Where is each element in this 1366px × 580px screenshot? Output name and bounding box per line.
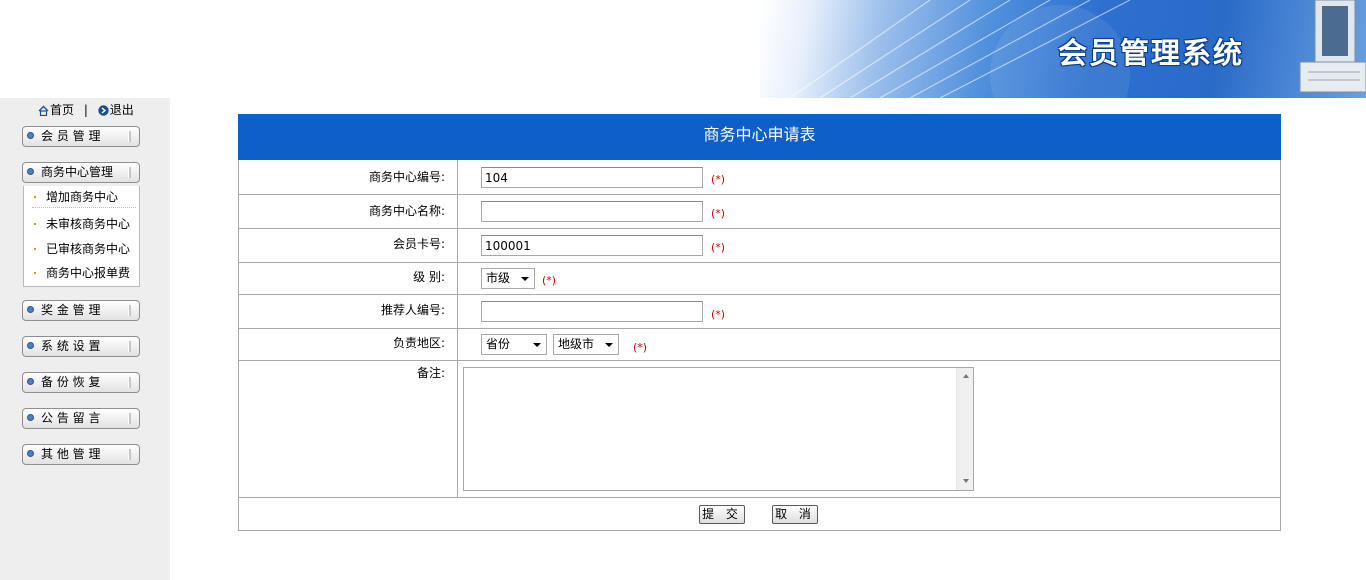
header-banner: 会员管理系统 bbox=[760, 0, 1366, 98]
required-mark: (*) bbox=[711, 308, 726, 321]
menu-member-management[interactable]: 会 员 管 理 bbox=[22, 126, 140, 147]
logout-icon bbox=[98, 105, 109, 116]
city-select[interactable]: 地级市 bbox=[553, 334, 619, 355]
label-remark: 备注: bbox=[239, 361, 458, 497]
label-referrer-no: 推荐人编号: bbox=[239, 295, 458, 328]
row-referrer-no: 推荐人编号: (*) bbox=[239, 295, 1280, 329]
menu-bullet-icon bbox=[27, 414, 34, 421]
label-region: 负责地区: bbox=[239, 329, 458, 360]
menu-bullet-icon bbox=[27, 132, 34, 139]
top-links: 首页 | 退出 bbox=[38, 102, 134, 118]
submenu-item-unreviewed-centers[interactable]: 未审核商务中心 bbox=[34, 217, 130, 231]
row-region: 负责地区: 省份 地级市 (*) bbox=[239, 329, 1280, 361]
textarea-scrollbar[interactable] bbox=[956, 368, 973, 490]
required-mark: (*) bbox=[711, 173, 726, 186]
menu-bullet-icon bbox=[27, 168, 34, 175]
menu-bullet-icon bbox=[27, 450, 34, 457]
label-center-name: 商务中心名称: bbox=[239, 195, 458, 228]
required-mark: (*) bbox=[711, 207, 726, 220]
link-separator: | bbox=[83, 103, 88, 117]
required-mark: (*) bbox=[542, 274, 557, 287]
menu-bonus-management[interactable]: 奖 金 管 理 bbox=[22, 300, 140, 321]
submit-button[interactable]: 提 交 bbox=[699, 505, 745, 524]
menu-other-management[interactable]: 其 他 管 理 bbox=[22, 444, 140, 465]
member-card-input[interactable] bbox=[481, 235, 703, 256]
sidebar: 首页 | 退出 会 员 管 理 商务中心管理 增加商务中心 未审核商务中心 已审… bbox=[0, 98, 170, 580]
referrer-no-input[interactable] bbox=[481, 301, 703, 322]
submenu-item-add-center[interactable]: 增加商务中心 bbox=[34, 190, 118, 204]
center-no-input[interactable] bbox=[481, 167, 703, 188]
menu-system-settings[interactable]: 系 统 设 置 bbox=[22, 336, 140, 357]
menu-business-center-management[interactable]: 商务中心管理 bbox=[22, 162, 140, 183]
chevron-down-icon bbox=[533, 343, 541, 347]
chevron-down-icon bbox=[521, 277, 529, 281]
row-level: 级 别: 市级 (*) bbox=[239, 263, 1280, 295]
row-member-card: 会员卡号: (*) bbox=[239, 229, 1280, 263]
menu-bullet-icon bbox=[27, 306, 34, 313]
submenu-business-center: 增加商务中心 未审核商务中心 已审核商务中心 商务中心报单费 bbox=[23, 186, 140, 287]
level-select[interactable]: 市级 bbox=[481, 268, 535, 289]
home-link[interactable]: 首页 bbox=[38, 103, 78, 117]
center-name-input[interactable] bbox=[481, 201, 703, 222]
required-mark: (*) bbox=[633, 341, 648, 354]
chevron-down-icon bbox=[605, 343, 613, 347]
required-mark: (*) bbox=[711, 241, 726, 254]
submenu-item-reviewed-centers[interactable]: 已审核商务中心 bbox=[34, 242, 130, 256]
application-form: 商务中心申请表 商务中心编号: (*) 商务中心名称: (*) 会员卡号: (*… bbox=[238, 114, 1281, 531]
computer-icon bbox=[1299, 0, 1366, 93]
home-icon bbox=[38, 105, 49, 116]
label-level: 级 别: bbox=[239, 263, 458, 294]
label-center-no: 商务中心编号: bbox=[239, 160, 458, 194]
province-select[interactable]: 省份 bbox=[481, 334, 547, 355]
menu-backup-restore[interactable]: 备 份 恢 复 bbox=[22, 372, 140, 393]
remark-textarea[interactable] bbox=[463, 367, 974, 491]
form-title: 商务中心申请表 bbox=[238, 114, 1281, 160]
app-title: 会员管理系统 bbox=[1058, 36, 1245, 70]
submenu-item-center-fee[interactable]: 商务中心报单费 bbox=[34, 266, 130, 280]
row-remark: 备注: bbox=[239, 361, 1280, 498]
cancel-button[interactable]: 取 消 bbox=[772, 505, 818, 524]
scroll-up-icon bbox=[963, 374, 969, 378]
label-member-card: 会员卡号: bbox=[239, 229, 458, 262]
menu-announcements[interactable]: 公 告 留 言 bbox=[22, 408, 140, 429]
logout-link[interactable]: 退出 bbox=[94, 103, 134, 117]
row-center-no: 商务中心编号: (*) bbox=[239, 160, 1280, 195]
menu-bullet-icon bbox=[27, 378, 34, 385]
row-center-name: 商务中心名称: (*) bbox=[239, 195, 1280, 229]
scroll-down-icon bbox=[963, 479, 969, 483]
menu-bullet-icon bbox=[27, 342, 34, 349]
